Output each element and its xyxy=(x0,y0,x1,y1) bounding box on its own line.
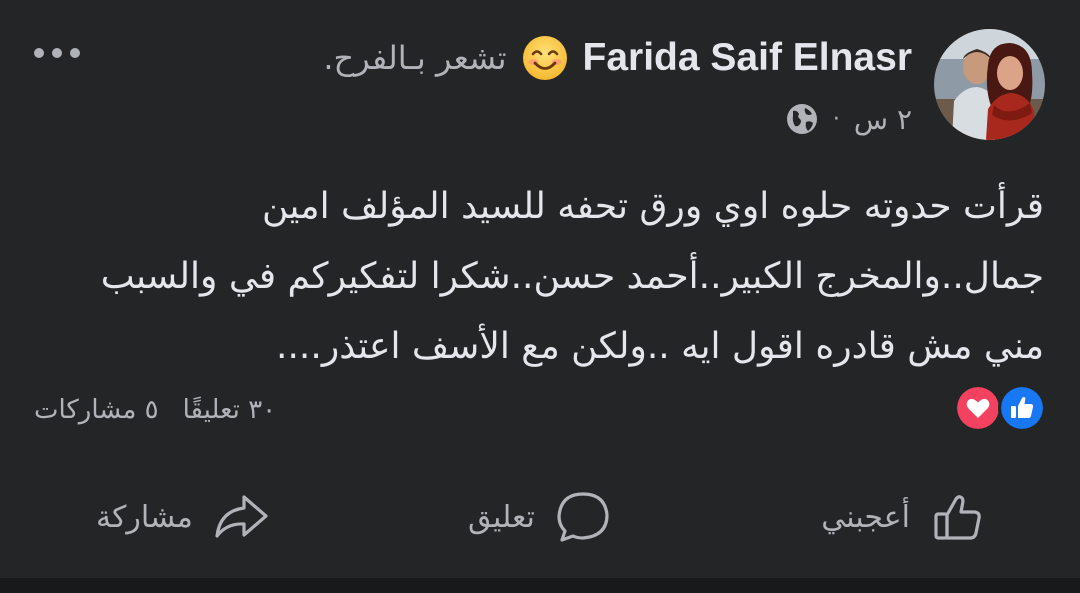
share-button[interactable]: مشاركة xyxy=(96,482,271,552)
post-meta: ٢ س · xyxy=(785,98,912,140)
like-button[interactable]: أعجبني xyxy=(821,482,988,552)
comments-count[interactable]: ٣٠ تعليقًا xyxy=(183,395,277,425)
smiling-face-emoji-icon xyxy=(522,36,567,80)
feed-divider xyxy=(0,578,1080,593)
meta-separator: · xyxy=(832,106,840,132)
post-card: Farida Saif Elnasr تشعر بـالفرح. ٢ س · ق… xyxy=(0,0,1080,578)
author-avatar[interactable] xyxy=(934,29,1045,140)
reactions-summary[interactable] xyxy=(954,384,1048,434)
more-dot xyxy=(34,48,44,58)
author-name[interactable]: Farida Saif Elnasr xyxy=(583,36,912,80)
post-text: قرأت حدوته حلوه اوي ورق تحفه للسيد المؤل… xyxy=(100,186,1044,367)
more-dot xyxy=(52,48,62,58)
globe-icon[interactable] xyxy=(785,102,819,136)
more-options-button[interactable] xyxy=(24,36,90,70)
more-dot xyxy=(70,48,80,58)
thumbs-up-icon xyxy=(934,495,981,540)
share-arrow-icon xyxy=(215,495,268,538)
post-timestamp[interactable]: ٢ س xyxy=(854,103,912,136)
like-reaction-icon xyxy=(998,384,1046,432)
shares-count[interactable]: ٥ مشاركات xyxy=(34,395,159,425)
engagement-counts: ٣٠ تعليقًا ٥ مشاركات xyxy=(34,390,276,430)
share-label: مشاركة xyxy=(96,499,193,535)
post-header: Farida Saif Elnasr تشعر بـالفرح. xyxy=(323,28,912,88)
love-reaction-icon xyxy=(954,384,1002,432)
feeling-text: تشعر بـالفرح. xyxy=(323,39,507,77)
comment-button[interactable]: تعليق xyxy=(468,482,613,552)
avatar-photo xyxy=(934,29,1045,140)
comment-bubble-icon xyxy=(557,492,609,542)
like-label: أعجبني xyxy=(821,499,910,535)
comment-label: تعليق xyxy=(468,499,535,535)
